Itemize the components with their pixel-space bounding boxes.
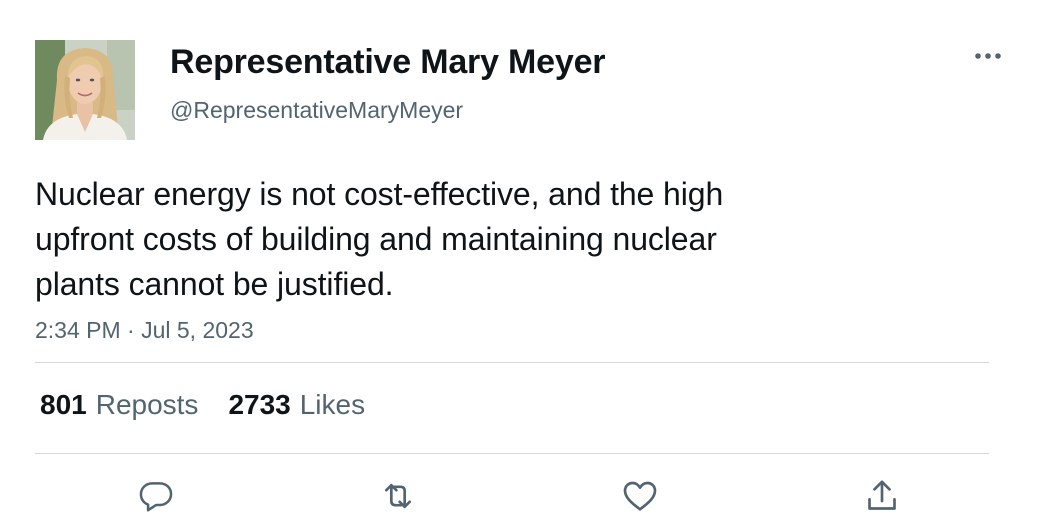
divider: [35, 362, 989, 363]
like-button[interactable]: [618, 474, 662, 518]
repost-button[interactable]: [376, 474, 420, 518]
avatar-image: [35, 40, 135, 140]
tweet-text-line: Nuclear energy is not cost-effective, an…: [35, 176, 724, 212]
avatar[interactable]: [35, 40, 135, 140]
more-options-button[interactable]: [968, 44, 1008, 68]
share-button[interactable]: [860, 474, 904, 518]
reposts-label: Reposts: [95, 389, 199, 420]
divider: [35, 453, 989, 454]
tweet-timestamp[interactable]: 2:34 PM · Jul 5, 2023: [35, 316, 254, 344]
likes-count: 2733: [228, 389, 291, 420]
heart-icon: [623, 481, 657, 511]
more-dots-icon: [975, 53, 1001, 59]
repost-icon: [385, 483, 411, 509]
tweet-text-line: upfront costs of building and maintainin…: [35, 221, 717, 257]
author-handle[interactable]: @RepresentativeMaryMeyer: [170, 96, 463, 124]
reposts-stat[interactable]: 801 Reposts: [40, 388, 198, 422]
reposts-count: 801: [40, 389, 87, 420]
share-icon: [868, 480, 896, 510]
engagement-stats: 801 Reposts 2733 Likes: [40, 388, 365, 422]
tweet-text-line: plants cannot be justified.: [35, 266, 394, 302]
reply-icon: [139, 482, 173, 512]
author-display-name[interactable]: Representative Mary Meyer: [170, 42, 606, 82]
tweet-text: Nuclear energy is not cost-effective, an…: [35, 172, 855, 307]
reply-button[interactable]: [134, 474, 178, 518]
likes-stat[interactable]: 2733 Likes: [228, 388, 365, 422]
likes-label: Likes: [299, 389, 366, 420]
tweet-actions-bar: [0, 474, 1050, 518]
